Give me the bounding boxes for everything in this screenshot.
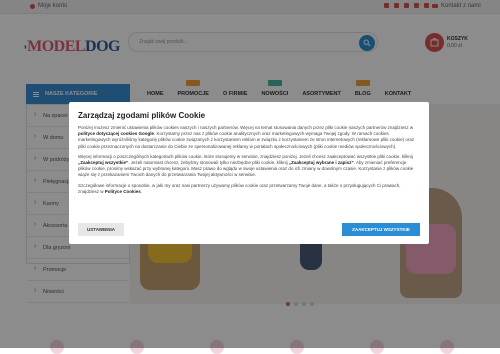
text-emphasis: „Zaakceptuj wszystkie” — [78, 160, 128, 165]
cookie-paragraph-1: Poniżej możesz zmienić ustawienia plików… — [78, 125, 420, 150]
text-segment: . — [141, 189, 142, 194]
cookie-policy-link[interactable]: Polityce Cookies — [105, 189, 141, 194]
google-cookie-policy-link[interactable]: polityce dotyczącej cookies Google — [78, 131, 154, 136]
modal-title: Zarządzaj zgodami plików Cookie — [78, 111, 420, 120]
modal-actions: USTAWIENIA ZAAKCEPTUJ WSZYSTKIE — [78, 223, 420, 237]
cookie-consent-modal: Zarządzaj zgodami plików Cookie Poniżej … — [69, 102, 429, 244]
cookie-settings-button[interactable]: USTAWIENIA — [78, 223, 124, 236]
text-emphasis: „Zaakceptuj wybrane i zapisz” — [289, 160, 354, 165]
text-segment: Więcej informacji o poszczególnych kateg… — [78, 154, 413, 159]
text-segment: . Jeżeli natomiast chcesz, żebyśmy stoso… — [128, 160, 289, 165]
accept-all-cookies-button[interactable]: ZAAKCEPTUJ WSZYSTKIE — [342, 223, 420, 236]
cookie-paragraph-3: Szczegółowe informacje o sposobie, w jak… — [78, 183, 420, 195]
cookie-paragraph-2: Więcej informacji o poszczególnych kateg… — [78, 154, 420, 179]
text-segment: Poniżej możesz zmienić ustawienia plików… — [78, 125, 413, 130]
